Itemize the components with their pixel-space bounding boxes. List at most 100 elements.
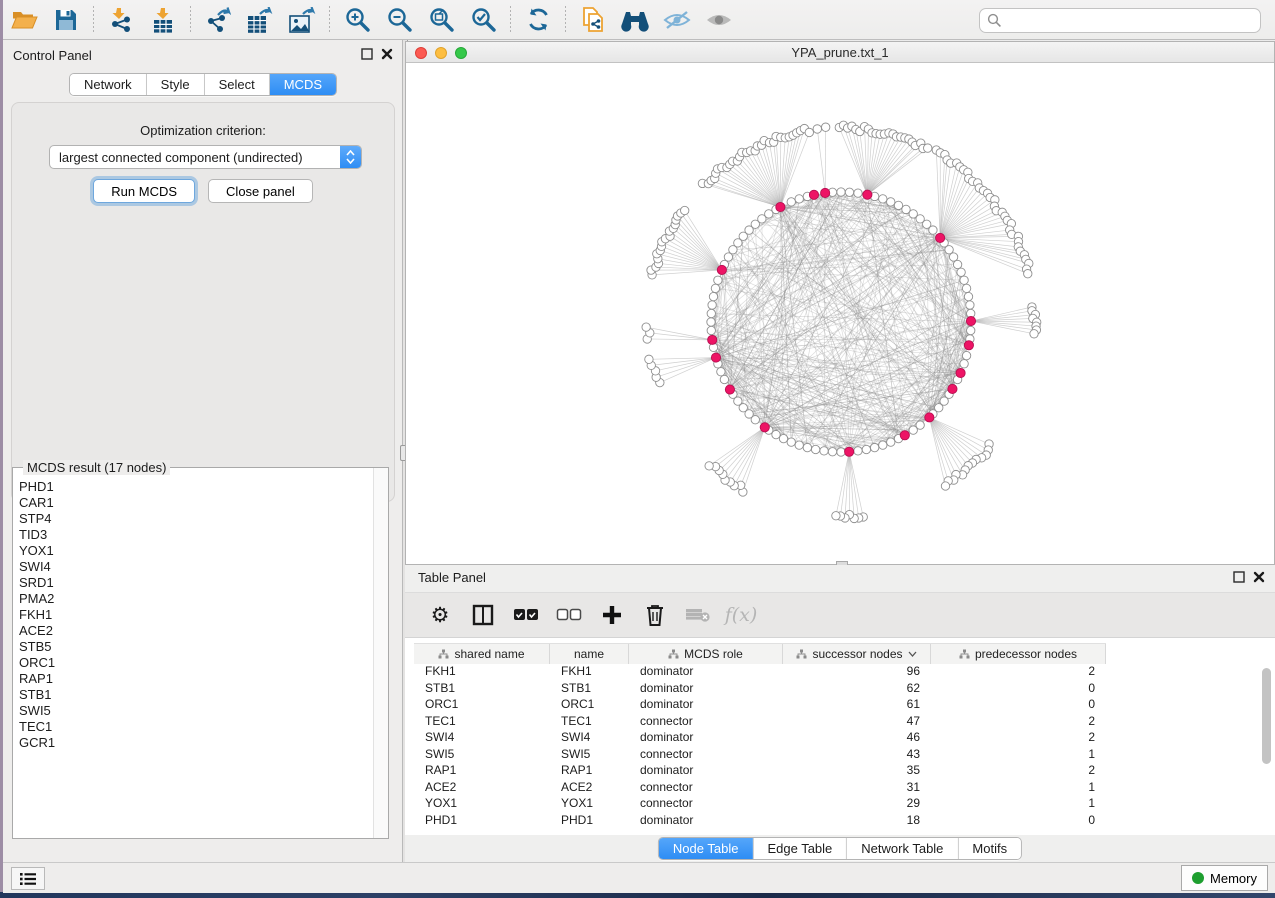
show-panels-button[interactable] — [11, 867, 45, 890]
delete-table-button[interactable] — [681, 597, 715, 633]
network-node[interactable] — [887, 198, 895, 206]
column-header-predecessor-nodes[interactable]: predecessor nodes — [931, 644, 1106, 664]
table-row[interactable]: PHD1PHD1dominator180 — [414, 812, 1106, 829]
zoom-in-button[interactable] — [340, 3, 374, 37]
open-file-button[interactable] — [7, 3, 41, 37]
show-columns-button[interactable] — [466, 597, 500, 633]
network-node[interactable] — [879, 441, 887, 449]
table-row[interactable]: TEC1TEC1connector472 — [414, 713, 1106, 730]
mcds-hub-node[interactable] — [925, 413, 934, 422]
mcds-result-item[interactable]: RAP1 — [19, 671, 373, 687]
mcds-result-item[interactable]: PHD1 — [19, 479, 373, 495]
network-node[interactable] — [909, 426, 917, 434]
network-node[interactable] — [862, 445, 870, 453]
network-node[interactable] — [795, 195, 803, 203]
optimization-criterion-select[interactable]: largest connected component (undirected) — [49, 145, 362, 169]
mcds-result-item[interactable]: CAR1 — [19, 495, 373, 511]
network-node[interactable] — [787, 438, 795, 446]
mcds-hub-node[interactable] — [708, 335, 717, 344]
search-box[interactable] — [979, 8, 1261, 33]
network-node[interactable] — [708, 301, 716, 309]
table-settings-button[interactable]: ⚙ — [423, 597, 457, 633]
tab-network[interactable]: Network — [70, 74, 147, 95]
add-column-button[interactable] — [595, 597, 629, 633]
network-node[interactable] — [787, 198, 795, 206]
table-row[interactable]: FKH1FKH1dominator962 — [414, 663, 1106, 680]
deselect-all-button[interactable] — [552, 597, 586, 633]
network-node[interactable] — [962, 351, 970, 359]
zoom-selected-button[interactable] — [466, 3, 500, 37]
mcds-result-item[interactable]: ORC1 — [19, 655, 373, 671]
select-all-button[interactable] — [509, 597, 543, 633]
column-header-name[interactable]: name — [550, 644, 629, 664]
mcds-hub-node[interactable] — [809, 190, 818, 199]
table-row[interactable]: ACE2ACE2connector311 — [414, 779, 1106, 796]
mcds-result-item[interactable]: FKH1 — [19, 607, 373, 623]
network-node[interactable] — [894, 201, 902, 209]
close-panel-button[interactable]: Close panel — [208, 179, 313, 203]
network-node[interactable] — [717, 368, 725, 376]
network-node[interactable] — [714, 276, 722, 284]
network-node[interactable] — [960, 360, 968, 368]
network-node[interactable] — [707, 309, 715, 317]
tab-node-table[interactable]: Node Table — [659, 838, 754, 859]
network-node[interactable] — [929, 226, 937, 234]
mcds-hub-node[interactable] — [725, 385, 734, 394]
network-node[interactable] — [953, 260, 961, 268]
network-node[interactable] — [832, 512, 840, 520]
network-node[interactable] — [964, 292, 972, 300]
network-node[interactable] — [707, 326, 715, 334]
mcds-result-item[interactable]: SWI5 — [19, 703, 373, 719]
mcds-result-item[interactable]: TID3 — [19, 527, 373, 543]
network-node[interactable] — [779, 434, 787, 442]
network-node[interactable] — [803, 443, 811, 451]
network-node[interactable] — [828, 448, 836, 456]
network-node[interactable] — [720, 375, 728, 383]
mcds-result-item[interactable]: PMA2 — [19, 591, 373, 607]
mcds-hub-node[interactable] — [966, 316, 975, 325]
memory-button[interactable]: Memory — [1181, 865, 1268, 891]
table-scrollbar[interactable] — [1262, 668, 1271, 764]
tab-mcds[interactable]: MCDS — [270, 74, 336, 95]
mcds-hub-node[interactable] — [776, 202, 785, 211]
table-row[interactable]: ORC1ORC1dominator610 — [414, 696, 1106, 713]
network-node[interactable] — [962, 284, 970, 292]
network-node[interactable] — [821, 123, 829, 131]
mcds-result-item[interactable]: YOX1 — [19, 543, 373, 559]
mcds-result-item[interactable]: SRD1 — [19, 575, 373, 591]
network-node[interactable] — [1030, 330, 1038, 338]
network-node[interactable] — [813, 125, 821, 133]
close-panel-icon[interactable] — [381, 48, 393, 60]
mcds-hub-node[interactable] — [717, 265, 726, 274]
duplicate-network-button[interactable] — [576, 3, 610, 37]
tab-motifs[interactable]: Motifs — [958, 838, 1021, 859]
table-row[interactable]: YOX1YOX1connector291 — [414, 795, 1106, 812]
function-builder-button[interactable]: f(x) — [724, 597, 758, 633]
mcds-result-item[interactable]: STB5 — [19, 639, 373, 655]
table-row[interactable]: SWI4SWI4dominator462 — [414, 729, 1106, 746]
close-panel-icon[interactable] — [1253, 571, 1265, 583]
network-graph[interactable] — [406, 63, 1274, 564]
network-node[interactable] — [811, 445, 819, 453]
mcds-hub-node[interactable] — [863, 190, 872, 199]
network-node[interactable] — [941, 482, 949, 490]
mcds-result-item[interactable]: STP4 — [19, 511, 373, 527]
tab-edge-table[interactable]: Edge Table — [753, 838, 847, 859]
network-node[interactable] — [966, 301, 974, 309]
network-node[interactable] — [795, 441, 803, 449]
tab-network-table[interactable]: Network Table — [847, 838, 958, 859]
mcds-hub-node[interactable] — [845, 447, 854, 456]
network-node[interactable] — [820, 447, 828, 455]
network-node[interactable] — [967, 326, 975, 334]
network-node[interactable] — [709, 292, 717, 300]
network-node[interactable] — [854, 189, 862, 197]
zoom-out-button[interactable] — [382, 3, 416, 37]
mcds-hub-node[interactable] — [900, 431, 909, 440]
network-node[interactable] — [960, 276, 968, 284]
table-row[interactable]: STB1STB1dominator620 — [414, 680, 1106, 697]
column-header-successor-nodes[interactable]: successor nodes — [783, 644, 931, 664]
network-node[interactable] — [642, 323, 650, 331]
network-node[interactable] — [837, 188, 845, 196]
find-button[interactable] — [618, 3, 652, 37]
network-node[interactable] — [924, 144, 932, 152]
